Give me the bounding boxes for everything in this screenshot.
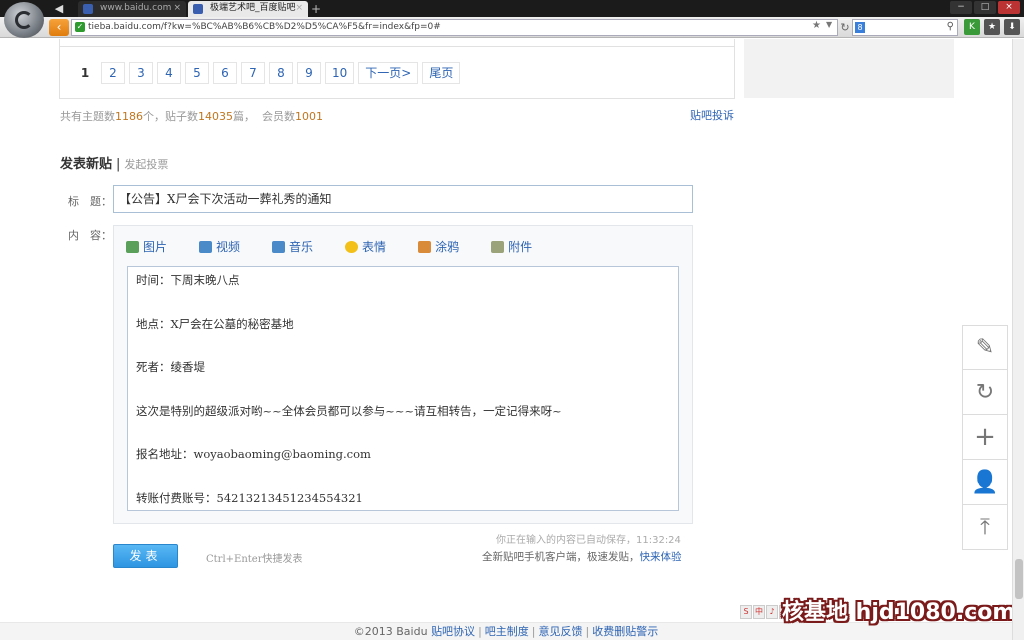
content-line: 这次是特别的超级派对哟~~全体会员都可以参与~~~请互相转告，一定记得来呀~ — [136, 403, 562, 418]
attachment-icon — [491, 240, 505, 253]
footer-link-warning[interactable]: 收费删贴警示 — [592, 625, 658, 638]
forum-stats: 共有主题数1186个，贴子数14035篇， 会员数1001 — [60, 110, 323, 123]
video-icon — [199, 240, 213, 253]
submit-button[interactable]: 发表 — [113, 544, 178, 568]
page-9[interactable]: 9 — [297, 62, 321, 84]
close-tab-icon[interactable]: × — [173, 1, 181, 16]
maximize-icon[interactable]: □ — [974, 1, 996, 14]
content-textarea[interactable]: 时间：下周末晚八点 地点：X尸会在公墓的秘密基地 死者：绫香堤 这次是特别的超级… — [127, 266, 679, 511]
shortcut-hint: Ctrl+Enter快捷发表 — [206, 554, 303, 565]
smiley-icon — [345, 240, 359, 253]
browser-logo-icon[interactable] — [4, 2, 44, 38]
sidebar-panel — [744, 39, 954, 98]
search-icon[interactable]: ⚲ — [947, 21, 954, 32]
attachment-button[interactable]: 附件 — [491, 238, 532, 255]
scrollbar-thumb[interactable] — [1015, 559, 1023, 599]
edit-button[interactable]: ✎ — [962, 325, 1008, 370]
content-line: 转账付费账号：54213213451234554321 — [136, 490, 363, 505]
insert-image-button[interactable]: 图片 — [126, 238, 167, 255]
page-6[interactable]: 6 — [213, 62, 237, 84]
new-post-title: 发表新贴 — [60, 157, 113, 172]
back-button[interactable]: ‹ — [49, 19, 69, 36]
try-now-link[interactable]: 快来体验 — [640, 551, 682, 563]
mobile-promo: 全新贴吧手机客户端，极速发贴，快来体验 — [482, 551, 682, 563]
ime-logo-icon[interactable]: S — [740, 605, 752, 619]
baidu-favicon-icon — [83, 4, 93, 14]
content-line: 报名地址：woyaobaoming@baoming.com — [136, 447, 371, 461]
report-link[interactable]: 贴吧投诉 — [690, 107, 734, 123]
add-button[interactable]: + — [962, 415, 1008, 460]
page-1: 1 — [80, 66, 90, 80]
page-2[interactable]: 2 — [101, 62, 125, 84]
window-controls: − □ × — [950, 1, 1020, 15]
pager-container: 1 2 3 4 5 6 7 8 9 10 下一页> 尾页 — [59, 39, 735, 99]
content-label: 内 容： — [68, 229, 112, 242]
last-page-link[interactable]: 尾页 — [422, 62, 461, 84]
page-7[interactable]: 7 — [241, 62, 265, 84]
address-bar[interactable]: ✓ tieba.baidu.com/f?kw=%BC%AB%B6%CB%D2%D… — [71, 19, 838, 36]
paint-icon — [418, 240, 432, 253]
site-watermark: 核基地 hjd1080.com — [782, 600, 1012, 625]
footer-link-agreement[interactable]: 贴吧协议 — [431, 625, 475, 638]
chevron-down-icon[interactable]: ▼ — [826, 20, 832, 29]
start-vote-link[interactable]: 发起投票 — [124, 158, 168, 171]
page-10[interactable]: 10 — [325, 62, 355, 84]
page-5[interactable]: 5 — [185, 62, 209, 84]
back-to-top-icon: ⤒ — [980, 514, 990, 540]
back-arrow-icon[interactable]: ◀ — [52, 2, 66, 15]
content-line: 时间：下周末晚八点 — [136, 273, 240, 287]
page-content: 1 2 3 4 5 6 7 8 9 10 下一页> 尾页 共有主题数1186个，… — [0, 39, 1012, 640]
page-scrollbar[interactable] — [1012, 39, 1024, 640]
editor-toolbar: 图片 视频 音乐 表情 涂鸦 附件 — [126, 238, 564, 255]
footer-link-feedback[interactable]: 意见反馈 — [539, 625, 583, 638]
secure-check-icon: ✓ — [75, 22, 85, 32]
close-tab-icon[interactable]: × — [295, 1, 303, 16]
page-3[interactable]: 3 — [129, 62, 153, 84]
search-engine-icon[interactable]: 8 — [855, 22, 865, 33]
next-page-link[interactable]: 下一页> — [358, 62, 419, 84]
content-line: 死者：绫香堤 — [136, 360, 205, 374]
insert-emoji-button[interactable]: 表情 — [345, 238, 386, 255]
browser-tab-bar: ◀ www.baidu.com × 极端艺术吧_百度贴吧 × + − □ × — [0, 0, 1024, 38]
title-input[interactable]: 【公告】X尸会下次活动一葬礼秀的通知 — [113, 185, 693, 213]
insert-video-button[interactable]: 视频 — [199, 238, 240, 255]
bookmark-star-icon[interactable]: ★ — [812, 20, 821, 31]
image-icon — [126, 240, 139, 253]
tab-tieba[interactable]: 极端艺术吧_百度贴吧 × — [188, 1, 308, 17]
favorites-star-icon[interactable]: ★ — [984, 19, 1000, 35]
footer-link-rules[interactable]: 吧主制度 — [485, 625, 529, 638]
user-icon: 👤 — [971, 469, 999, 495]
tab-baidu[interactable]: www.baidu.com × — [78, 1, 186, 17]
content-line: 地点：X尸会在公墓的秘密基地 — [136, 316, 294, 331]
autosave-status: 你正在输入的内容已自动保存，11:32:24 — [496, 535, 681, 546]
download-icon[interactable]: ⬇ — [1004, 19, 1020, 35]
new-post-header: 发表新贴 | 发起投票 — [60, 157, 169, 172]
reload-icon[interactable]: ↻ — [838, 19, 852, 36]
music-icon — [272, 240, 286, 253]
refresh-icon: ↻ — [975, 379, 995, 405]
ime-mode-icon[interactable]: 中 — [753, 605, 765, 619]
title-label: 标 题： — [68, 195, 112, 208]
content-editor: 图片 视频 音乐 表情 涂鸦 附件 时间：下周末晚八点 地点：X尸会在公墓的秘密… — [113, 225, 693, 524]
close-window-icon[interactable]: × — [998, 1, 1020, 14]
search-input[interactable]: 8 ⚲ — [852, 19, 958, 36]
pagination: 1 2 3 4 5 6 7 8 9 10 下一页> 尾页 — [73, 62, 461, 84]
tieba-favicon-icon — [193, 4, 203, 14]
user-button[interactable]: 👤 — [962, 460, 1008, 505]
floating-toolbar: ✎ ↻ + 👤 ⤒ — [962, 325, 1008, 550]
plus-icon: + — [974, 422, 996, 452]
ime-punct-icon[interactable]: ♪ — [766, 605, 778, 619]
new-tab-icon[interactable]: + — [311, 2, 321, 16]
page-8[interactable]: 8 — [269, 62, 293, 84]
browser-toolbar: ‹ ✓ tieba.baidu.com/f?kw=%BC%AB%B6%CB%D2… — [0, 17, 1024, 38]
edit-icon: ✎ — [975, 335, 995, 360]
refresh-button[interactable]: ↻ — [962, 370, 1008, 415]
minimize-icon[interactable]: − — [950, 1, 972, 14]
page-4[interactable]: 4 — [157, 62, 181, 84]
doodle-button[interactable]: 涂鸦 — [418, 238, 459, 255]
extension-k-icon[interactable]: K — [964, 19, 980, 35]
insert-music-button[interactable]: 音乐 — [272, 238, 313, 255]
back-to-top-button[interactable]: ⤒ — [962, 505, 1008, 550]
